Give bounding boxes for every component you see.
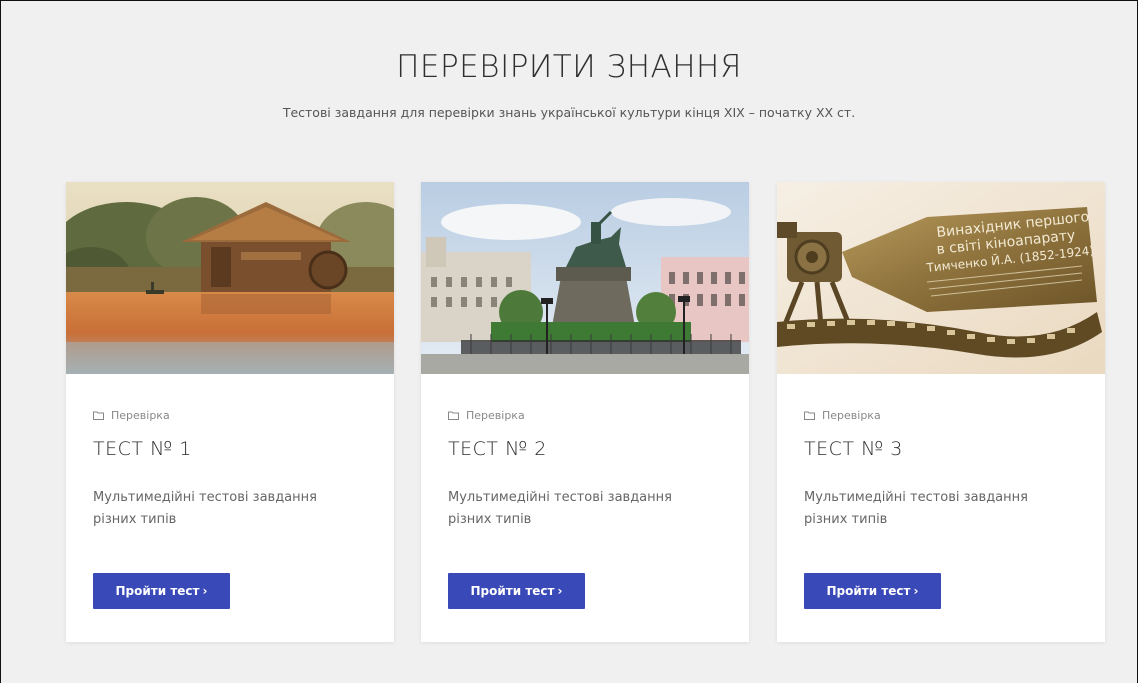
card-description: Мультимедійні тестові завдання різних ти… [804, 490, 1028, 527]
test-card-2: Перевірка ТЕСТ № 2 Мультимедійні тестові… [421, 182, 749, 642]
card-category-label: Перевірка [111, 409, 170, 422]
chevron-right-icon: › [913, 584, 919, 598]
folder-icon [804, 411, 815, 420]
card-description: Мультимедійні тестові завдання різних ти… [448, 490, 672, 527]
chevron-right-icon: › [557, 584, 563, 598]
card-title[interactable]: ТЕСТ № 1 [93, 438, 192, 460]
take-test-button-label: Пройти тест [470, 584, 555, 598]
page-frame: ПЕРЕВІРИТИ ЗНАННЯ Тестові завдання для п… [0, 0, 1138, 683]
card-category-label: Перевірка [466, 409, 525, 422]
section-subtitle: Тестові завдання для перевірки знань укр… [282, 105, 856, 120]
take-test-button[interactable]: Пройти тест › [448, 573, 585, 609]
card-category-label: Перевірка [822, 409, 881, 422]
test-card-1: Перевірка ТЕСТ № 1 Мультимедійні тестові… [66, 182, 394, 642]
card-title[interactable]: ТЕСТ № 2 [448, 438, 547, 460]
card-image-painting[interactable] [66, 182, 394, 374]
take-test-button-label: Пройти тест [826, 584, 911, 598]
test-card-3: Винахідник першого в світі кіноапарату Т… [777, 182, 1105, 642]
card-category[interactable]: Перевірка [448, 409, 525, 422]
take-test-button[interactable]: Пройти тест › [804, 573, 941, 609]
card-title[interactable]: ТЕСТ № 3 [804, 438, 903, 460]
card-category[interactable]: Перевірка [93, 409, 170, 422]
chevron-right-icon: › [202, 584, 208, 598]
card-image-plaque[interactable]: Винахідник першого в світі кіноапарату Т… [777, 182, 1105, 374]
section-title: ПЕРЕВІРИТИ ЗНАННЯ [396, 49, 742, 85]
take-test-button[interactable]: Пройти тест › [93, 573, 230, 609]
card-category[interactable]: Перевірка [804, 409, 881, 422]
card-image-monument[interactable] [421, 182, 749, 374]
card-description: Мультимедійні тестові завдання різних ти… [93, 490, 317, 527]
take-test-button-label: Пройти тест [115, 584, 200, 598]
folder-icon [448, 411, 459, 420]
folder-icon [93, 411, 104, 420]
